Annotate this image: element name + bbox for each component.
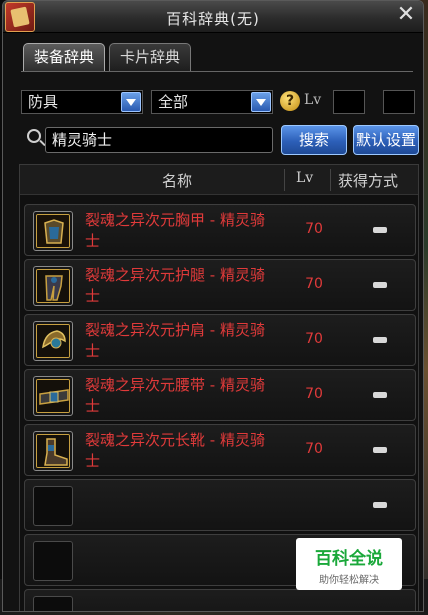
encyclopedia-window: 百科辞典(无) ✕ 装备辞典 卡片辞典 防具 全部 ? Lv ~ 精灵骑士 搜索… (2, 0, 424, 612)
title-bar[interactable]: 百科辞典(无) ✕ (3, 1, 423, 33)
watermark-title: 百科全说 (315, 549, 383, 569)
item-level: 70 (305, 386, 323, 402)
header-lv: Lv (296, 170, 314, 186)
shoulder-armor-icon (36, 324, 70, 358)
tab-bar: 装备辞典 卡片辞典 (23, 43, 192, 71)
header-method: 获得方式 (338, 172, 399, 190)
item-name: 裂魂之异次元护肩 - 精灵骑士 (85, 321, 265, 360)
close-icon: ✕ (396, 2, 416, 27)
chest-armor-icon (36, 214, 70, 248)
watermark-logo: 百科全说 助你轻松解决 (296, 538, 402, 590)
item-slot[interactable] (33, 596, 73, 611)
list-item[interactable]: 裂魂之异次元腰带 - 精灵骑士 70 (24, 369, 416, 421)
list-item[interactable]: 裂魂之异次元胸甲 - 精灵骑士 70 (24, 204, 416, 256)
header-divider (330, 169, 331, 191)
search-button[interactable]: 搜索 (281, 125, 347, 155)
acquisition-dash-icon (373, 392, 387, 398)
search-icon (27, 129, 41, 143)
boots-icon (36, 434, 70, 468)
tab-cards[interactable]: 卡片辞典 (109, 43, 192, 71)
filter-row: 防具 全部 ? Lv ~ (21, 88, 417, 114)
watermark-subtitle: 助你轻松解决 (319, 575, 379, 586)
item-slot[interactable] (33, 431, 73, 471)
window-title: 百科辞典(无) (166, 10, 260, 28)
list-item-empty[interactable] (24, 589, 416, 611)
item-level: 70 (305, 441, 323, 457)
item-name: 裂魂之异次元腰带 - 精灵骑士 (85, 376, 265, 415)
item-slot[interactable] (33, 321, 73, 361)
item-level: 70 (305, 276, 323, 292)
close-button[interactable]: ✕ (395, 2, 417, 27)
list-item[interactable]: 裂魂之异次元护腿 - 精灵骑士 70 (24, 259, 416, 311)
leg-armor-icon (36, 269, 70, 303)
acquisition-dash-icon (373, 227, 387, 233)
item-slot[interactable] (33, 486, 73, 526)
acquisition-dash-icon (373, 502, 387, 508)
lv-label: Lv (304, 92, 322, 108)
header-divider (284, 169, 285, 191)
chevron-down-icon[interactable] (121, 92, 141, 112)
help-icon[interactable]: ? (280, 91, 300, 111)
list-item-empty[interactable] (24, 479, 416, 531)
acquisition-dash-icon (373, 282, 387, 288)
header-name: 名称 (162, 172, 193, 190)
acquisition-dash-icon (373, 447, 387, 453)
chevron-down-icon[interactable] (251, 92, 271, 112)
subcategory-select-value: 全部 (158, 93, 189, 111)
list-header: 名称 Lv 获得方式 (20, 165, 418, 195)
acquisition-dash-icon (373, 337, 387, 343)
item-level: 70 (305, 331, 323, 347)
tab-divider (21, 71, 413, 72)
item-name: 裂魂之异次元护腿 - 精灵骑士 (85, 266, 265, 305)
item-slot[interactable] (33, 211, 73, 251)
category-select[interactable]: 防具 (21, 90, 143, 114)
list-item[interactable]: 裂魂之异次元护肩 - 精灵骑士 70 (24, 314, 416, 366)
item-slot[interactable] (33, 541, 73, 581)
lv-min-input[interactable] (333, 90, 365, 114)
lv-max-input[interactable] (383, 90, 415, 114)
tab-equipment[interactable]: 装备辞典 (23, 43, 106, 71)
belt-icon (36, 379, 70, 413)
item-slot[interactable] (33, 266, 73, 306)
search-row: 精灵骑士 搜索 默认设置 (21, 125, 421, 155)
item-name: 裂魂之异次元长靴 - 精灵骑士 (85, 431, 265, 470)
search-input[interactable]: 精灵骑士 (45, 127, 273, 153)
item-slot[interactable] (33, 376, 73, 416)
item-level: 70 (305, 221, 323, 237)
subcategory-select[interactable]: 全部 (151, 90, 273, 114)
item-name: 裂魂之异次元胸甲 - 精灵骑士 (85, 211, 265, 250)
category-select-value: 防具 (28, 93, 59, 111)
reset-defaults-button[interactable]: 默认设置 (353, 125, 419, 155)
list-item[interactable]: 裂魂之异次元长靴 - 精灵骑士 70 (24, 424, 416, 476)
